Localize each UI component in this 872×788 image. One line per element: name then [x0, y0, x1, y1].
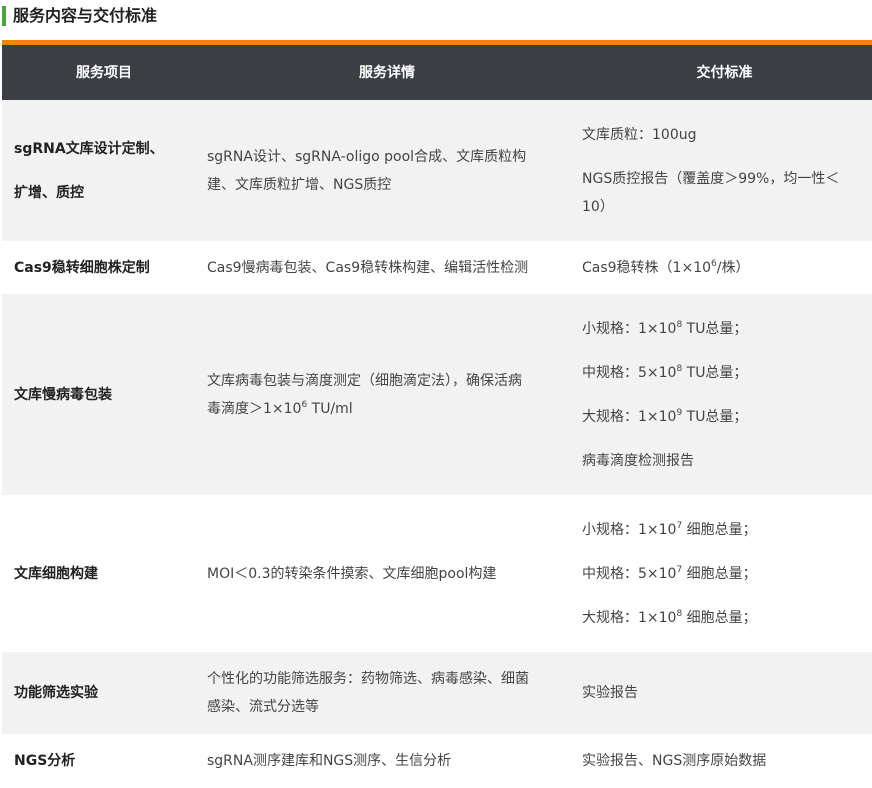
delivery-standard-line: 10） [582, 198, 614, 215]
service-detail-line: Cas9慢病毒包装、Cas9稳转株构建、编辑活性检测 [207, 259, 529, 276]
table-row: 文库慢病毒包装 文库病毒包装与滴度测定（细胞滴定法），确保活病 毒滴度＞1×10… [2, 294, 872, 495]
delivery-standard-line: 实验报告 [582, 685, 638, 701]
service-detail-line: sgRNA测序建库和NGS测序、生信分析 [207, 753, 452, 769]
delivery-standard-line: 文库质粒：100ug [582, 126, 697, 143]
section-title: 服务内容与交付标准 [13, 6, 158, 25]
table-header-row: 服务项目 服务详情 交付标准 [2, 45, 872, 100]
service-item-cell: Cas9稳转细胞株定制 [14, 241, 194, 294]
delivery-standard-line: 小规格：1×107 细胞总量； [582, 520, 757, 538]
delivery-standard-line: 大规格：1×108 细胞总量； [582, 608, 757, 626]
delivery-standard-cell: 文库质粒：100ug NGS质控报告（覆盖度＞99%，均一性＜ 10） [582, 100, 867, 241]
service-item-cell: sgRNA文库设计定制、 扩增、质控 [14, 100, 194, 241]
delivery-standard-cell: Cas9稳转株（1×106/株） [582, 241, 867, 294]
service-detail-cell: sgRNA测序建库和NGS测序、生信分析 [207, 734, 567, 788]
delivery-standard-line: 实验报告、NGS测序原始数据 [582, 753, 767, 769]
service-item-line: NGS分析 [14, 753, 76, 769]
delivery-standard-line: 中规格：5×108 TU总量； [582, 363, 748, 381]
delivery-standard-line: 病毒滴度检测报告 [582, 452, 694, 469]
service-item-line: 扩增、质控 [14, 184, 84, 201]
service-detail-cell: 文库病毒包装与滴度测定（细胞滴定法），确保活病 毒滴度＞1×106 TU/ml [207, 294, 567, 495]
heading-accent-bar [2, 6, 6, 26]
delivery-standard-cell: 实验报告、NGS测序原始数据 [582, 734, 867, 788]
delivery-standard-line: Cas9稳转株（1×106/株） [582, 258, 750, 276]
service-item-line: 文库慢病毒包装 [14, 386, 112, 403]
delivery-standard-line: NGS质控报告（覆盖度＞99%，均一性＜ [582, 170, 840, 187]
service-detail-cell: 个性化的功能筛选服务：药物筛选、病毒感染、细菌 感染、流式分选等 [207, 652, 567, 734]
service-item-line: Cas9稳转细胞株定制 [14, 259, 150, 276]
table-row: 功能筛选实验 个性化的功能筛选服务：药物筛选、病毒感染、细菌 感染、流式分选等 … [2, 652, 872, 734]
service-item-line: 功能筛选实验 [14, 685, 98, 701]
table-row: NGS分析 sgRNA测序建库和NGS测序、生信分析 实验报告、NGS测序原始数… [2, 734, 872, 788]
service-detail-line: 文库病毒包装与滴度测定（细胞滴定法），确保活病 [207, 372, 522, 389]
delivery-standard-line: 大规格：1×109 TU总量； [582, 407, 748, 425]
service-item-cell: NGS分析 [14, 734, 194, 788]
header-service-item: 服务项目 [76, 64, 132, 81]
header-delivery-standard: 交付标准 [696, 64, 753, 81]
delivery-standard-cell: 实验报告 [582, 652, 867, 734]
table-row: 文库细胞构建 MOI＜0.3的转染条件摸索、文库细胞pool构建 小规格：1×1… [2, 495, 872, 652]
service-detail-line: 毒滴度＞1×106 TU/ml [207, 399, 353, 417]
service-item-line: 文库细胞构建 [14, 565, 98, 582]
service-table: 服务项目 服务详情 交付标准 sgRNA文库设计定制、 扩增、质控 sgRNA设… [2, 40, 872, 788]
service-detail-line: 个性化的功能筛选服务：药物筛选、病毒感染、细菌 [207, 671, 529, 687]
service-item-cell: 功能筛选实验 [14, 652, 194, 734]
service-detail-line: 建、文库质粒扩增、NGS质控 [207, 176, 392, 193]
service-item-line: sgRNA文库设计定制、 [14, 140, 164, 157]
service-item-cell: 文库细胞构建 [14, 495, 194, 652]
service-detail-line: MOI＜0.3的转染条件摸索、文库细胞pool构建 [207, 565, 497, 582]
header-service-detail: 服务详情 [359, 64, 415, 81]
table-row: Cas9稳转细胞株定制 Cas9慢病毒包装、Cas9稳转株构建、编辑活性检测 C… [2, 241, 872, 294]
table-row: sgRNA文库设计定制、 扩增、质控 sgRNA设计、sgRNA-oligo p… [2, 100, 872, 241]
delivery-standard-cell: 小规格：1×108 TU总量； 中规格：5×108 TU总量； 大规格：1×10… [582, 294, 867, 495]
delivery-standard-line: 小规格：1×108 TU总量； [582, 319, 748, 337]
service-detail-line: sgRNA设计、sgRNA-oligo pool合成、文库质粒构 [207, 148, 527, 165]
service-item-cell: 文库慢病毒包装 [14, 294, 194, 495]
service-detail-cell: Cas9慢病毒包装、Cas9稳转株构建、编辑活性检测 [207, 241, 567, 294]
service-detail-line: 感染、流式分选等 [207, 699, 319, 715]
delivery-standard-line: 中规格：5×107 细胞总量； [582, 564, 757, 582]
delivery-standard-cell: 小规格：1×107 细胞总量； 中规格：5×107 细胞总量； 大规格：1×10… [582, 495, 867, 652]
service-detail-cell: MOI＜0.3的转染条件摸索、文库细胞pool构建 [207, 495, 567, 652]
service-detail-cell: sgRNA设计、sgRNA-oligo pool合成、文库质粒构 建、文库质粒扩… [207, 100, 567, 241]
section-heading: 服务内容与交付标准 [0, 0, 872, 32]
